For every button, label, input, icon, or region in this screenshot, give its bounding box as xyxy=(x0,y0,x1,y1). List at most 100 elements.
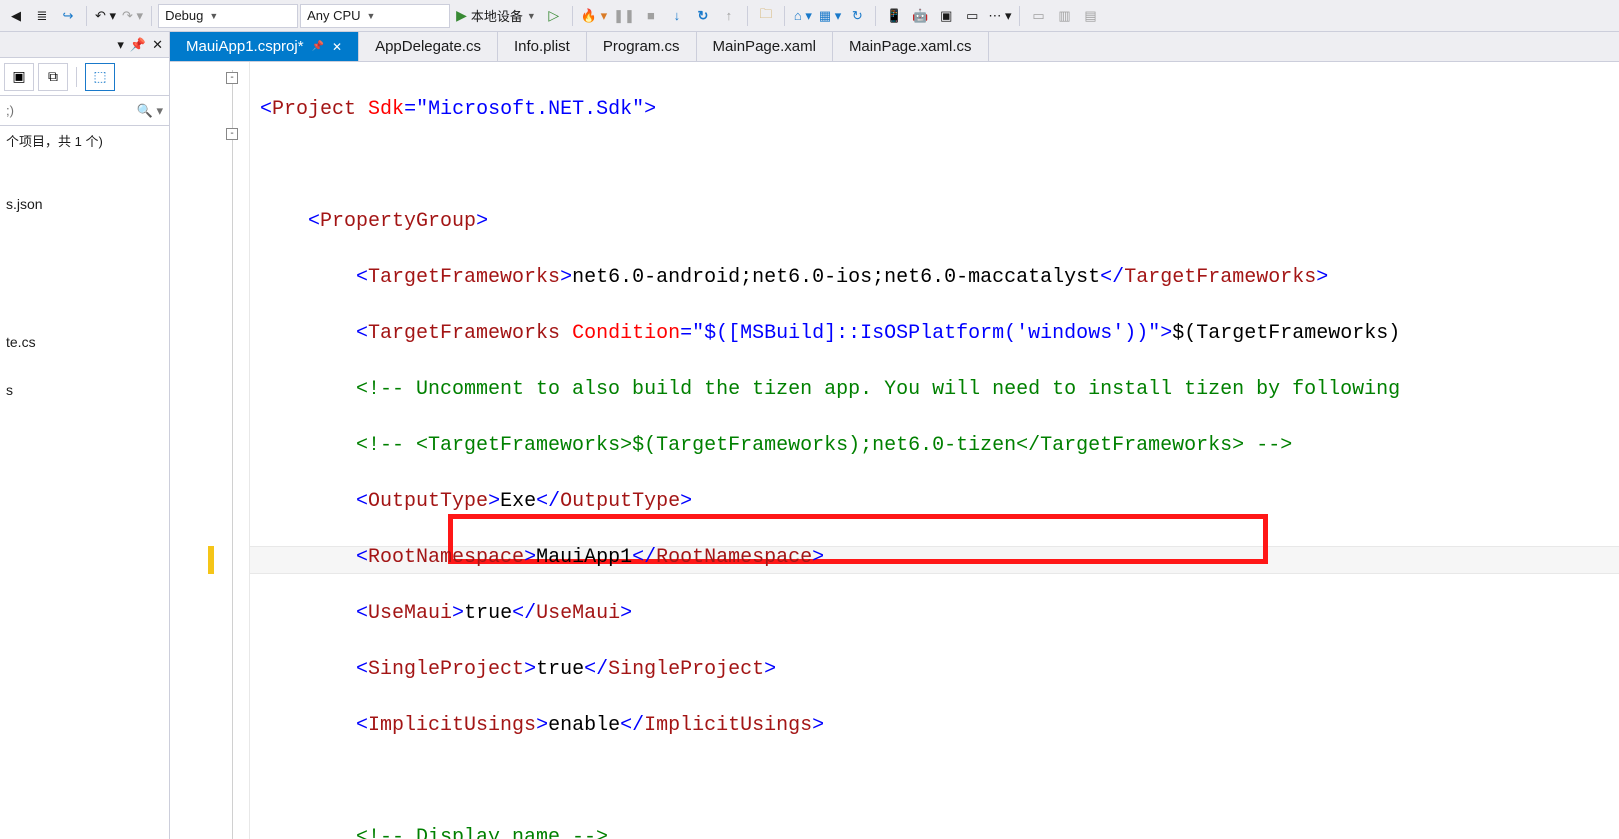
tab-appdelegate[interactable]: AppDelegate.cs xyxy=(359,32,498,61)
b: < xyxy=(356,658,368,681)
window-tabs-icon[interactable]: ▤ xyxy=(1078,4,1102,28)
c: $(TargetFrameworks);net6.0-tizen xyxy=(632,434,1016,457)
stop-icon[interactable]: ■ xyxy=(639,4,663,28)
window-split-icon[interactable]: ▥ xyxy=(1052,4,1076,28)
t: TargetFrameworks xyxy=(1124,266,1316,289)
tree-item[interactable]: s xyxy=(2,376,169,404)
document-well: MauiApp1.csproj* 📌 ✕ AppDelegate.cs Info… xyxy=(170,32,1619,839)
xml-tag: Project xyxy=(272,98,356,121)
xaml-preview-icon[interactable]: ▦ ▾ xyxy=(817,4,843,28)
main-toolbar: ◀ ≣ ↪ ↶ ▾ ↷ ▾ Debug ▼ Any CPU ▼ ▶ 本地设备 ▼… xyxy=(0,0,1619,32)
b: < xyxy=(356,490,368,513)
tab-infoplist[interactable]: Info.plist xyxy=(498,32,587,61)
pause-icon[interactable]: ❚❚ xyxy=(611,4,637,28)
device-android-icon[interactable]: 🤖 xyxy=(908,4,932,28)
fold-toggle-icon[interactable]: - xyxy=(226,128,238,140)
b: > xyxy=(620,602,632,625)
nav-back-icon[interactable]: ◀ xyxy=(4,4,28,28)
b: > xyxy=(488,490,500,513)
code-editor[interactable]: - - <Project Sdk="Microsoft.NET.Sdk"> <P… xyxy=(170,62,1619,839)
code-content[interactable]: <Project Sdk="Microsoft.NET.Sdk"> <Prope… xyxy=(250,62,1619,839)
tab-program[interactable]: Program.cs xyxy=(587,32,697,61)
pin-icon[interactable]: 📌 xyxy=(312,41,324,52)
device-terminal-icon[interactable]: ▣ xyxy=(934,4,958,28)
close-icon[interactable]: ✕ xyxy=(152,37,163,53)
chevron-down-icon: ▼ xyxy=(209,11,218,21)
refresh-icon[interactable]: ↻ xyxy=(845,4,869,28)
b: </ xyxy=(1100,266,1124,289)
v: $([MSBuild]::IsOSPlatform('windows')) xyxy=(704,322,1148,345)
txt: enable xyxy=(548,714,620,737)
pin-icon[interactable]: 📌 xyxy=(130,37,146,53)
b: > xyxy=(560,266,572,289)
window-layout-icon[interactable]: ▭ xyxy=(1026,4,1050,28)
t: RootNamespace xyxy=(656,546,812,569)
class-view-icon[interactable]: ⬚ xyxy=(85,63,115,91)
txt: $(TargetFrameworks) xyxy=(1172,322,1400,345)
view-icon[interactable]: ▣ xyxy=(4,63,34,91)
step-icon[interactable]: ↪ xyxy=(56,4,80,28)
separator xyxy=(86,6,87,26)
close-icon[interactable]: ✕ xyxy=(332,40,342,54)
project-count-label: 个项目，共 1 个) xyxy=(0,126,169,154)
hot-reload-icon[interactable]: 🔥 ▾ xyxy=(579,4,609,28)
step-into-icon[interactable]: ↓ xyxy=(665,4,689,28)
dropdown-icon[interactable]: ▾ xyxy=(117,37,124,53)
tab-label: Program.cs xyxy=(603,38,680,55)
separator xyxy=(76,67,77,87)
tab-label: MainPage.xaml.cs xyxy=(849,38,972,55)
t: UseMaui xyxy=(536,602,620,625)
t: OutputType xyxy=(560,490,680,513)
step-out-icon[interactable]: ↑ xyxy=(717,4,741,28)
open-folder-icon[interactable]: 🗀 xyxy=(754,4,778,28)
b: < xyxy=(356,266,368,289)
start-target-label: 本地设备 xyxy=(471,6,523,25)
xml-comment: <!-- Display name --> xyxy=(356,826,608,839)
b: > xyxy=(524,658,536,681)
step-over-icon[interactable]: ↻ xyxy=(691,4,715,28)
b: > xyxy=(524,546,536,569)
separator xyxy=(875,6,876,26)
b: > xyxy=(452,602,464,625)
tab-mainpage-xaml[interactable]: MainPage.xaml xyxy=(697,32,833,61)
tree-item[interactable]: te.cs xyxy=(2,328,169,356)
configuration-value: Debug xyxy=(165,8,203,23)
tab-label: MauiApp1.csproj* xyxy=(186,38,304,55)
txt: net6.0-android;net6.0-ios;net6.0-maccata… xyxy=(572,266,1100,289)
b: > xyxy=(764,658,776,681)
device-more-icon[interactable]: ⋯ ▾ xyxy=(986,4,1013,28)
t: ImplicitUsings xyxy=(368,714,536,737)
redo-icon[interactable]: ↷ ▾ xyxy=(120,4,145,28)
fold-toggle-icon[interactable]: - xyxy=(226,72,238,84)
search-placeholder: ;) xyxy=(6,103,14,118)
copy-icon[interactable]: ⧉ xyxy=(38,63,68,91)
txt: Exe xyxy=(500,490,536,513)
search-box[interactable]: ;) 🔍 ▾ xyxy=(0,96,169,126)
t: UseMaui xyxy=(368,602,452,625)
configuration-combo[interactable]: Debug ▼ xyxy=(158,4,298,28)
tree-item[interactable]: s.json xyxy=(2,190,169,218)
start-without-debug-icon[interactable]: ▷ xyxy=(542,4,566,28)
device-phone-icon[interactable]: 📱 xyxy=(882,4,906,28)
b: </ xyxy=(584,658,608,681)
panel-header: ▾ 📌 ✕ xyxy=(0,32,169,58)
c: </TargetFrameworks> xyxy=(1016,434,1244,457)
separator xyxy=(151,6,152,26)
platform-value: Any CPU xyxy=(307,8,360,23)
tab-mainpage-cs[interactable]: MainPage.xaml.cs xyxy=(833,32,989,61)
b: < xyxy=(356,546,368,569)
undo-icon[interactable]: ↶ ▾ xyxy=(93,4,118,28)
separator xyxy=(572,6,573,26)
editor-gutter xyxy=(170,62,250,839)
start-debug-button[interactable]: ▶ 本地设备 ▼ xyxy=(452,4,540,28)
browser-link-icon[interactable]: ⌂ ▾ xyxy=(791,4,815,28)
a: Condition xyxy=(572,322,680,345)
c: <!-- xyxy=(356,434,416,457)
b: </ xyxy=(512,602,536,625)
history-icon[interactable]: ≣ xyxy=(30,4,54,28)
solution-tree[interactable]: s.json te.cs s xyxy=(0,154,169,404)
c: --> xyxy=(1244,434,1292,457)
platform-combo[interactable]: Any CPU ▼ xyxy=(300,4,450,28)
tab-csproj[interactable]: MauiApp1.csproj* 📌 ✕ xyxy=(170,32,359,61)
device-tablet-icon[interactable]: ▭ xyxy=(960,4,984,28)
